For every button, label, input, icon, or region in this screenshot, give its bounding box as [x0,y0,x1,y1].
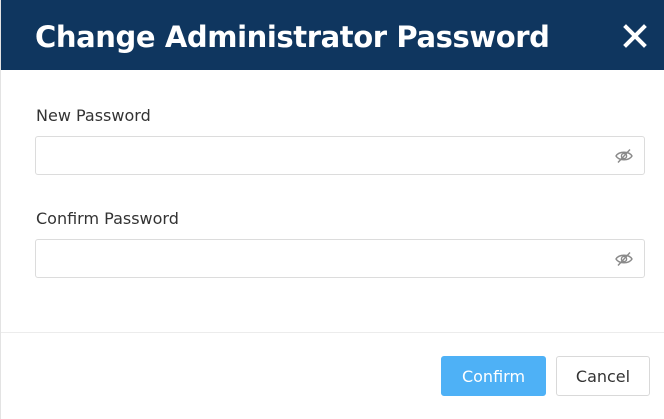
cancel-button[interactable]: Cancel [556,356,650,396]
dialog-title: Change Administrator Password [35,20,550,54]
dialog-header: Change Administrator Password [1,0,664,70]
confirm-password-label: Confirm Password [36,209,179,228]
eye-slash-icon [615,149,633,163]
confirm-password-visibility-toggle[interactable] [614,249,634,269]
confirm-password-field-wrapper [35,239,645,278]
new-password-input[interactable] [36,137,606,174]
close-icon [623,24,647,48]
confirm-button[interactable]: Confirm [441,356,546,396]
confirm-password-input[interactable] [36,240,606,277]
new-password-visibility-toggle[interactable] [614,146,634,166]
change-password-dialog: Change Administrator Password New Passwo… [0,0,664,419]
new-password-label: New Password [36,106,151,125]
close-button[interactable] [617,18,653,54]
eye-slash-icon [615,252,633,266]
dialog-footer: Confirm Cancel [1,333,664,419]
new-password-field-wrapper [35,136,645,175]
dialog-body: New Password Confirm Password [1,70,664,332]
